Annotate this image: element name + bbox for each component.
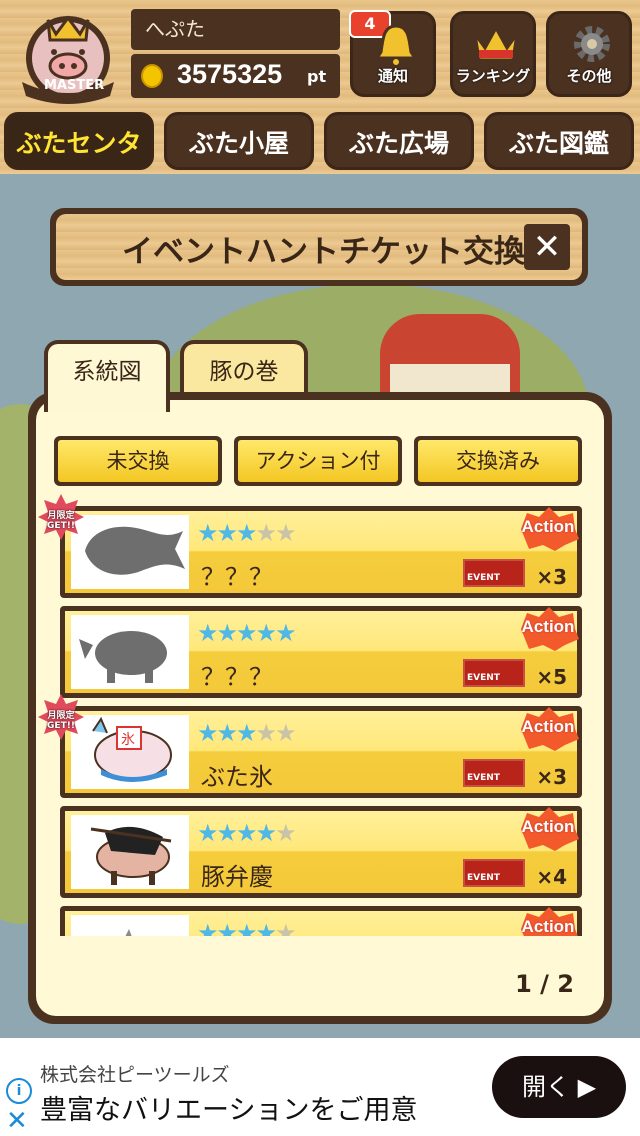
item-row[interactable]: ★★★★★ 豚弁慶 EVENT ×4 Action — [60, 806, 582, 898]
gear-icon — [574, 26, 610, 62]
ad-advertiser: 株式会社ピーツールズ — [40, 1064, 230, 1086]
rarity-stars: ★★★★★ — [197, 619, 297, 647]
item-name: 豚弁慶 — [201, 863, 273, 891]
pig-thumbnail — [71, 915, 189, 936]
close-ad-icon[interactable]: ✕ — [6, 1106, 28, 1136]
tab-lineage[interactable]: 系統図 — [44, 340, 170, 412]
event-ticket-icon: EVENT — [463, 759, 525, 787]
action-badge: Action — [517, 505, 579, 551]
close-button[interactable]: ✕ — [524, 224, 570, 270]
item-row-body: 氷 ★★★★★ ぶた氷 EVENT ×3 Action — [65, 707, 579, 793]
limited-badge: 月限定 GET!! — [38, 694, 84, 740]
svg-text:氷: 氷 — [121, 732, 135, 748]
ranking-button[interactable]: ランキング — [450, 11, 536, 97]
ranking-label: ランキング — [455, 67, 531, 85]
item-count: ×5 — [536, 665, 567, 689]
nav-tab-buta-encyclopedia[interactable]: ぶた図鑑 — [484, 112, 634, 170]
rarity-stars: ★★★★★ — [197, 519, 297, 547]
rarity-stars: ★★★★★ — [197, 719, 297, 747]
pig-thumbnail: 氷 — [71, 715, 189, 789]
event-ticket-icon: EVENT — [463, 859, 525, 887]
pig-thumbnail — [71, 615, 189, 689]
nav-tab-buta-hut[interactable]: ぶた小屋 — [164, 112, 314, 170]
top-bar: MASTER へぷた 3575325 pt 4 通知 ランキング その他 — [0, 0, 640, 108]
points-unit: pt — [307, 67, 327, 86]
dialog-title: イベントハントチケット交換所 — [122, 234, 556, 270]
item-row[interactable]: ★★★★★ ？？？ EVENT ×3 Action 月限定 GET!! — [38, 494, 582, 598]
filter-with-action-button[interactable]: アクション付 — [234, 436, 402, 486]
item-row-body: ★★★★★ ？？？ EVENT ×5 Action — [65, 607, 579, 693]
page-indicator: 1 / 2 — [515, 970, 574, 998]
notification-label: 通知 — [377, 67, 408, 85]
item-row-body: ★★★★★ EVENT Action — [65, 907, 578, 947]
action-badge: Action — [517, 605, 579, 651]
item-name: ？？？ — [201, 563, 273, 591]
item-count: ×4 — [536, 865, 567, 889]
event-ticket-icon: EVENT — [463, 559, 525, 587]
other-button[interactable]: その他 — [546, 11, 632, 97]
nav-tab-buta-center[interactable]: ぶたセンター — [4, 112, 154, 216]
crown-icon — [473, 24, 519, 62]
ad-open-label: 開く — [521, 1073, 570, 1101]
item-row-body: ★★★★★ ？？？ EVENT ×3 Action — [65, 507, 579, 593]
item-name: ぶた氷 — [201, 763, 273, 791]
master-label: MASTER — [44, 78, 105, 93]
dialog-title-bar: イベントハントチケット交換所 ✕ — [50, 208, 588, 286]
item-count: ×3 — [536, 565, 567, 589]
ad-open-button[interactable]: 開く ▶ — [492, 1056, 626, 1118]
exchange-panel: 未交換 アクション付 交換済み ★★★★★ ？？？ EVENT ×3 Action 月限定… — [28, 392, 612, 1024]
notification-button[interactable]: 4 通知 — [349, 10, 436, 97]
other-label: その他 — [566, 67, 612, 85]
ad-headline: 豊富なバリエーションをご用意 — [40, 1095, 418, 1126]
points-value: 3575325 — [177, 59, 283, 89]
filter-unexchanged-label: 未交換 — [58, 440, 218, 482]
pig-thumbnail — [71, 815, 189, 889]
play-arrow-icon: ▶ — [577, 1073, 597, 1101]
item-name: ？？？ — [201, 663, 273, 691]
nav-tab-buta-plaza[interactable]: ぶた広場 — [324, 112, 474, 170]
item-row-body: ★★★★★ 豚弁慶 EVENT ×4 Action — [65, 807, 579, 893]
action-badge: Action — [517, 705, 579, 751]
points-display: 3575325 pt — [131, 54, 340, 98]
event-ticket-icon: EVENT — [463, 659, 525, 687]
filter-with-action-label: アクション付 — [238, 440, 398, 482]
rarity-stars: ★★★★★ — [197, 819, 297, 847]
filter-exchanged-label: 交換済み — [418, 440, 578, 482]
item-row[interactable]: ★★★★★ ？？？ EVENT ×5 Action — [60, 606, 582, 698]
ad-banner[interactable]: i ✕ 株式会社ピーツールズ 豊富なバリエーションをご用意 開く ▶ — [0, 1038, 640, 1136]
filter-exchanged-button[interactable]: 交換済み — [414, 436, 582, 486]
pig-thumbnail — [71, 515, 189, 589]
coin-icon — [141, 64, 163, 88]
item-list[interactable]: ★★★★★ ？？？ EVENT ×3 Action 月限定 GET!! ★★★★★ ？？？ EV… — [38, 494, 584, 936]
item-row[interactable]: ★★★★★ EVENT Action — [60, 906, 582, 947]
rarity-stars: ★★★★★ — [197, 919, 297, 947]
limited-badge: 月限定 GET!! — [38, 494, 84, 540]
action-badge: Action — [517, 805, 579, 851]
main-nav: ぶたセンター ぶた小屋 ぶた広場 ぶた図鑑 — [0, 108, 640, 216]
info-icon[interactable]: i — [6, 1078, 32, 1104]
filter-unexchanged-button[interactable]: 未交換 — [54, 436, 222, 486]
bell-icon — [374, 24, 418, 66]
action-badge: Action — [517, 905, 579, 936]
exchange-panel-body: 未交換 アクション付 交換済み ★★★★★ ？？？ EVENT ×3 Action 月限定… — [36, 400, 604, 1016]
item-row[interactable]: 氷 ★★★★★ ぶた氷 EVENT ×3 Action 月限定 GET!! — [38, 694, 582, 798]
player-name: へぷた — [131, 9, 340, 50]
master-avatar[interactable]: MASTER — [14, 8, 122, 104]
item-count: ×3 — [536, 765, 567, 789]
